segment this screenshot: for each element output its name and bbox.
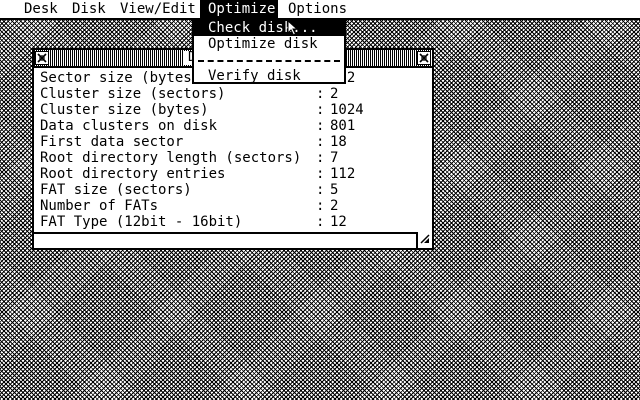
info-label: Sector size (bytes) — [40, 70, 201, 86]
window-bottom-bar — [34, 232, 432, 248]
menu-divider — [198, 60, 340, 62]
menu-bar: Desk Disk View/Edit Optimize Options — [0, 0, 640, 20]
optimize-disk-item[interactable]: Optimize disk — [194, 36, 344, 52]
size-icon[interactable] — [416, 232, 432, 248]
info-value: 12 — [330, 214, 347, 230]
info-separator: : — [316, 102, 325, 118]
info-label: Cluster size (sectors) — [40, 86, 226, 102]
info-value: 801 — [330, 118, 356, 134]
info-value: 18 — [330, 134, 347, 150]
info-separator: : — [316, 166, 325, 182]
info-separator: : — [316, 118, 325, 134]
optimize-dropdown: Check disk... Optimize disk Verify disk — [192, 18, 346, 84]
info-separator: : — [316, 150, 325, 166]
info-label: Number of FATs — [40, 198, 159, 214]
menu-disk[interactable]: Disk — [64, 0, 114, 18]
info-separator: : — [316, 134, 325, 150]
menu-view-edit[interactable]: View/Edit — [112, 0, 204, 18]
info-separator: : — [316, 214, 325, 230]
info-label: First data sector — [40, 134, 184, 150]
mouse-pointer-icon — [287, 20, 299, 36]
info-value: 112 — [330, 166, 356, 182]
info-separator: : — [316, 86, 325, 102]
info-label: Root directory length (sectors) — [40, 150, 302, 166]
menu-desk[interactable]: Desk — [16, 0, 66, 18]
info-value: 2 — [330, 198, 339, 214]
menu-options[interactable]: Options — [280, 0, 355, 18]
info-label: Data clusters on disk — [40, 118, 218, 134]
info-label: FAT size (sectors) — [40, 182, 192, 198]
info-value: 2 — [330, 86, 339, 102]
verify-disk-item[interactable]: Verify disk — [194, 68, 344, 84]
info-value: 7 — [330, 150, 339, 166]
menu-optimize[interactable]: Optimize — [200, 0, 278, 18]
info-label: Root directory entries — [40, 166, 226, 182]
info-separator: : — [316, 198, 325, 214]
info-value: 5 — [330, 182, 339, 198]
info-separator: : — [316, 182, 325, 198]
info-label: FAT Type (12bit - 16bit) — [40, 214, 243, 230]
close-icon[interactable] — [35, 51, 49, 65]
info-value: 1024 — [330, 102, 364, 118]
info-label: Cluster size (bytes) — [40, 102, 209, 118]
fuller-icon[interactable] — [417, 51, 431, 65]
check-disk-item[interactable]: Check disk... — [194, 20, 344, 36]
